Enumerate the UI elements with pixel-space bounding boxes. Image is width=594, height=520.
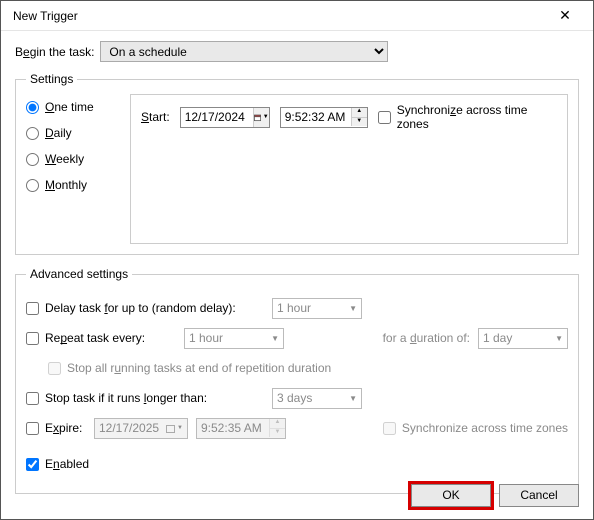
stop-all-input [48,362,61,375]
stop-longer-check[interactable]: Stop task if it runs longer than: [26,391,264,405]
radio-one-time-input[interactable] [26,101,39,114]
radio-one-time[interactable]: One time [26,100,116,114]
radio-daily[interactable]: Daily [26,126,116,140]
settings-group: Settings One time Daily Weekly [15,72,579,255]
start-date-input[interactable] [181,108,253,127]
radio-monthly-input[interactable] [26,179,39,192]
repeat-duration-combo: 1 day▼ [478,328,568,349]
sync-timezones-check[interactable]: Synchronize across time zones [378,103,557,131]
stop-longer-combo: 3 days▼ [272,388,362,409]
radio-weekly-input[interactable] [26,153,39,166]
start-label: Start: [141,110,170,124]
expire-time-picker: 9:52:35 AM ▲▼ [196,418,286,439]
enabled-check[interactable]: Enabled [26,457,89,471]
calendar-icon: ▼ [166,424,183,433]
repeat-duration-label: for a duration of: [383,331,470,345]
cancel-button[interactable]: Cancel [499,484,579,507]
delay-value-combo: 1 hour▼ [272,298,362,319]
advanced-legend: Advanced settings [26,267,132,281]
advanced-group: Advanced settings Delay task for up to (… [15,267,579,494]
expire-date-picker: 12/17/2025 ▼ [94,418,188,439]
stop-longer-input[interactable] [26,392,39,405]
expire-input[interactable] [26,422,39,435]
new-trigger-dialog: New Trigger ✕ Begin the task: On a sched… [0,0,594,520]
repeat-interval-combo: 1 hour▼ [184,328,284,349]
begin-task-label: Begin the task: [15,45,94,59]
repeat-task-check[interactable]: Repeat task every: [26,331,176,345]
sync-timezones-input[interactable] [378,111,391,124]
window-title: New Trigger [9,9,545,23]
schedule-panel: Start: ▼ ▲▼ [130,94,568,244]
titlebar: New Trigger ✕ [1,1,593,31]
time-spinner[interactable]: ▲▼ [351,108,367,126]
start-time-input[interactable] [281,108,351,127]
delay-task-check[interactable]: Delay task for up to (random delay): [26,301,264,315]
stop-all-check: Stop all running tasks at end of repetit… [48,361,331,375]
ok-button[interactable]: OK [411,484,491,507]
enabled-input[interactable] [26,458,39,471]
settings-legend: Settings [26,72,77,86]
delay-task-input[interactable] [26,302,39,315]
radio-daily-input[interactable] [26,127,39,140]
start-time-picker[interactable]: ▲▼ [280,107,368,128]
radio-weekly[interactable]: Weekly [26,152,116,166]
calendar-icon[interactable]: ▼ [253,108,269,127]
close-button[interactable]: ✕ [545,7,585,24]
radio-monthly[interactable]: Monthly [26,178,116,192]
expire-sync-check: Synchronize across time zones [383,421,568,435]
start-date-picker[interactable]: ▼ [180,107,270,128]
expire-sync-input [383,422,396,435]
repeat-task-input[interactable] [26,332,39,345]
time-spinner: ▲▼ [269,419,285,437]
expire-check[interactable]: Expire: [26,421,86,435]
begin-task-select[interactable]: On a schedule [100,41,388,62]
